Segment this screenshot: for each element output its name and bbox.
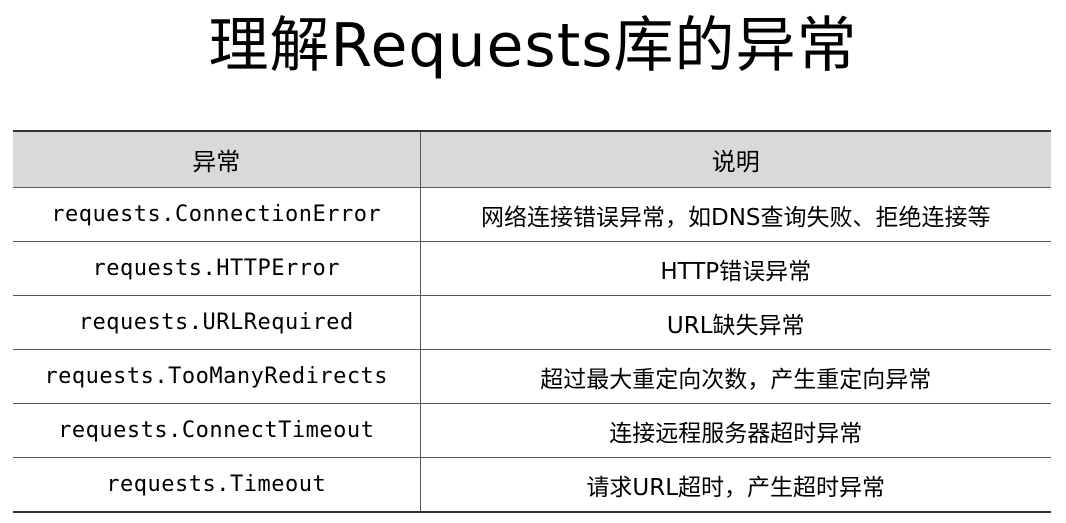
exception-description-cell: 请求URL超时，产生超时异常 xyxy=(420,457,1051,513)
table-row: requests.TooManyRedirects 超过最大重定向次数，产生重定… xyxy=(13,349,1051,404)
exception-name-cell: requests.ConnectTimeout xyxy=(13,403,421,458)
page-title: 理解Requests库的异常 xyxy=(208,11,858,81)
header-exception: 异常 xyxy=(13,130,421,188)
header-description: 说明 xyxy=(420,130,1051,188)
exception-description-cell: URL缺失异常 xyxy=(420,295,1051,350)
table-row: requests.URLRequired URL缺失异常 xyxy=(13,295,1051,350)
exception-name-cell: requests.URLRequired xyxy=(13,295,421,350)
exception-description-cell: 连接远程服务器超时异常 xyxy=(420,403,1051,458)
table-row: requests.Timeout 请求URL超时，产生超时异常 xyxy=(13,457,1051,513)
table-header-row: 异常 说明 xyxy=(13,130,1051,188)
table-row: requests.ConnectionError 网络连接错误异常，如DNS查询… xyxy=(13,187,1051,242)
exceptions-table: 异常 说明 requests.ConnectionError 网络连接错误异常，… xyxy=(13,130,1051,513)
exception-name-cell: requests.TooManyRedirects xyxy=(13,349,421,404)
exception-description-cell: HTTP错误异常 xyxy=(420,241,1051,296)
table-row: requests.HTTPError HTTP错误异常 xyxy=(13,241,1051,296)
exception-name-cell: requests.HTTPError xyxy=(13,241,421,296)
table-row: requests.ConnectTimeout 连接远程服务器超时异常 xyxy=(13,403,1051,458)
exception-description-cell: 超过最大重定向次数，产生重定向异常 xyxy=(420,349,1051,404)
exception-name-cell: requests.Timeout xyxy=(13,457,421,513)
exception-name-cell: requests.ConnectionError xyxy=(13,187,421,242)
exception-description-cell: 网络连接错误异常，如DNS查询失败、拒绝连接等 xyxy=(420,187,1051,242)
